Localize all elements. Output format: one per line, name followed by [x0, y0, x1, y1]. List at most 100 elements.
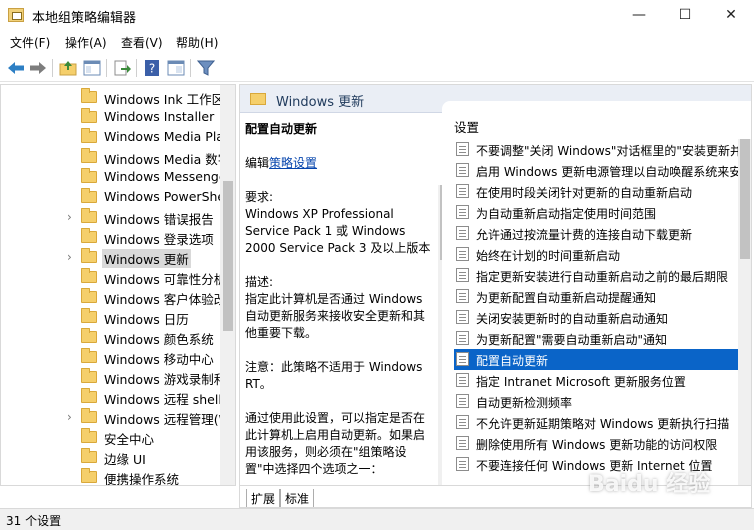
- tree-item[interactable]: Windows 游戏录制和: [1, 367, 226, 387]
- minimize-button[interactable]: —: [616, 0, 662, 30]
- tree-item-label: Windows Installer: [104, 109, 215, 124]
- chevron-right-icon[interactable]: ›: [67, 250, 72, 264]
- folder-icon: [81, 108, 97, 123]
- more-text: 通过使用此设置，可以指定是否在此计算机上启用自动更新。如果启用该服务，则必须在"…: [245, 411, 426, 476]
- settings-list-pane: 设置 不要调整"关闭 Windows"对话框里的"安装更新并启用 Windows…: [442, 101, 751, 486]
- setting-row[interactable]: 不要调整"关闭 Windows"对话框里的"安装更新并: [454, 139, 738, 160]
- tree-item[interactable]: › Windows 更新: [1, 247, 221, 268]
- folder-icon: [81, 248, 97, 263]
- folder-icon: [81, 428, 97, 443]
- folder-icon: [81, 268, 97, 283]
- setting-row[interactable]: 为自动重新启动指定使用时间范围: [454, 202, 738, 223]
- export-list-icon[interactable]: [112, 58, 132, 78]
- tree-item-label: Windows 错误报告: [104, 212, 214, 227]
- policy-setting-icon: [456, 289, 469, 303]
- selected-setting-title: 配置自动更新: [245, 122, 318, 136]
- extended-view-icon[interactable]: [166, 58, 186, 78]
- tree-item[interactable]: Windows Ink 工作区: [1, 87, 224, 107]
- edit-prefix: 编辑: [245, 156, 270, 170]
- tree-item[interactable]: Windows Installer: [1, 107, 221, 127]
- help-icon[interactable]: ?: [142, 58, 162, 78]
- filter-icon[interactable]: [196, 58, 216, 78]
- tab-standard[interactable]: 标准: [280, 489, 315, 507]
- menu-view[interactable]: 查看(V): [121, 34, 163, 51]
- tree-item[interactable]: Windows 客户体验改: [1, 287, 226, 307]
- tree-item[interactable]: Windows 登录选项: [1, 227, 221, 247]
- tree-item[interactable]: Windows Media 数字权: [1, 147, 235, 167]
- toolbar: ?: [0, 54, 754, 82]
- setting-description-pane: 配置自动更新 编辑策略设置 要求: Windows XP Professional…: [240, 113, 452, 507]
- tree-item-label: Windows 登录选项: [104, 232, 214, 247]
- folder-icon: [81, 88, 97, 103]
- setting-row[interactable]: 删除使用所有 Windows 更新功能的访问权限: [454, 433, 738, 454]
- tree-item[interactable]: Windows 远程 shell: [1, 387, 222, 407]
- setting-label: 关闭安装更新时的自动重新启动通知: [476, 312, 669, 326]
- setting-label: 删除使用所有 Windows 更新功能的访问权限: [476, 438, 718, 452]
- tree-item-label: Windows 日历: [104, 312, 189, 327]
- setting-row[interactable]: 指定更新安装进行自动重新启动之前的最后期限: [454, 265, 738, 286]
- menu-file[interactable]: 文件(F): [10, 34, 50, 51]
- menu-action[interactable]: 操作(A): [65, 34, 107, 51]
- tree-item[interactable]: › Windows 错误报告: [1, 207, 221, 227]
- tree-item[interactable]: Windows 颜色系统: [1, 327, 221, 347]
- setting-row[interactable]: 在使用时段关闭针对更新的自动重新启动: [454, 181, 738, 202]
- setting-row[interactable]: 关闭安装更新时的自动重新启动通知: [454, 307, 738, 328]
- tree-item[interactable]: 边缘 UI: [1, 447, 221, 467]
- tree-scroll-thumb[interactable]: [223, 181, 233, 331]
- tree-item[interactable]: Windows Media Player: [1, 127, 235, 147]
- tree-item[interactable]: 便携操作系统: [1, 467, 221, 485]
- folder-up-icon[interactable]: [58, 58, 78, 78]
- note-text: 注意：此策略不适用于 Windows RT。: [245, 360, 423, 391]
- setting-label: 允许通过按流量计费的连接自动下载更新: [476, 228, 693, 242]
- chevron-right-icon[interactable]: ›: [67, 410, 72, 424]
- policy-tree[interactable]: Windows Ink 工作区 Windows Installer Windows …: [0, 84, 236, 486]
- setting-row[interactable]: 不允许更新延期策略对 Windows 更新执行扫描: [454, 412, 738, 433]
- toolbar-separator: [106, 59, 107, 77]
- setting-row[interactable]: 为更新配置自动重新启动提醒通知: [454, 286, 738, 307]
- policy-setting-icon: [456, 205, 469, 219]
- policy-setting-icon: [456, 394, 469, 408]
- tree-item[interactable]: Windows 可靠性分析: [1, 267, 226, 287]
- tree-scrollbar[interactable]: [220, 85, 235, 485]
- chevron-right-icon[interactable]: ›: [67, 210, 72, 224]
- setting-row[interactable]: 自动更新检测频率: [454, 391, 738, 412]
- setting-label: 为更新配置"需要自动重新启动"通知: [476, 333, 668, 347]
- tree-item-label: Windows Messenger: [104, 169, 232, 184]
- tree-item[interactable]: Windows PowerShell: [1, 187, 232, 207]
- tree-item[interactable]: 安全中心: [1, 427, 221, 447]
- tree-item[interactable]: Windows 移动中心: [1, 347, 221, 367]
- policy-setting-icon: [456, 331, 469, 345]
- baidu-watermark: Baidu 经验: [588, 472, 711, 497]
- policy-setting-icon: [456, 436, 469, 450]
- policy-setting-icon: [456, 226, 469, 240]
- show-hide-tree-icon[interactable]: [82, 58, 102, 78]
- setting-row[interactable]: 始终在计划的时间重新启动: [454, 244, 738, 265]
- setting-row[interactable]: 允许通过按流量计费的连接自动下载更新: [454, 223, 738, 244]
- tab-extended[interactable]: 扩展: [246, 489, 281, 507]
- tree-item[interactable]: Windows 日历: [1, 307, 221, 327]
- setting-label: 为更新配置自动重新启动提醒通知: [476, 291, 657, 305]
- setting-label: 启用 Windows 更新电源管理以自动唤醒系统来安: [476, 165, 738, 179]
- maximize-button[interactable]: ☐: [662, 0, 708, 30]
- back-arrow-icon[interactable]: [6, 58, 26, 78]
- setting-row[interactable]: 为更新配置"需要自动重新启动"通知: [454, 328, 738, 349]
- folder-icon: [81, 128, 97, 143]
- settings-scrollbar[interactable]: [738, 139, 751, 486]
- edit-policy-link[interactable]: 策略设置: [269, 156, 317, 170]
- tree-item[interactable]: › Windows 远程管理(W: [1, 407, 231, 427]
- menu-help[interactable]: 帮助(H): [176, 34, 218, 51]
- forward-arrow-icon[interactable]: [28, 58, 48, 78]
- policy-setting-icon: [456, 310, 469, 324]
- svg-text:?: ?: [149, 62, 155, 76]
- toolbar-separator: [190, 59, 191, 77]
- setting-row[interactable]: 指定 Intranet Microsoft 更新服务位置: [454, 370, 738, 391]
- settings-scroll-thumb[interactable]: [740, 139, 750, 259]
- setting-label: 配置自动更新: [476, 354, 549, 368]
- setting-row[interactable]: 配置自动更新: [454, 349, 738, 370]
- close-button[interactable]: ✕: [708, 0, 754, 30]
- setting-row[interactable]: 启用 Windows 更新电源管理以自动唤醒系统来安: [454, 160, 738, 181]
- settings-column-header[interactable]: 设置: [454, 117, 479, 136]
- description-label: 描述:: [245, 275, 274, 289]
- tree-item[interactable]: Windows Messenger: [1, 167, 232, 187]
- folder-icon: [81, 348, 97, 363]
